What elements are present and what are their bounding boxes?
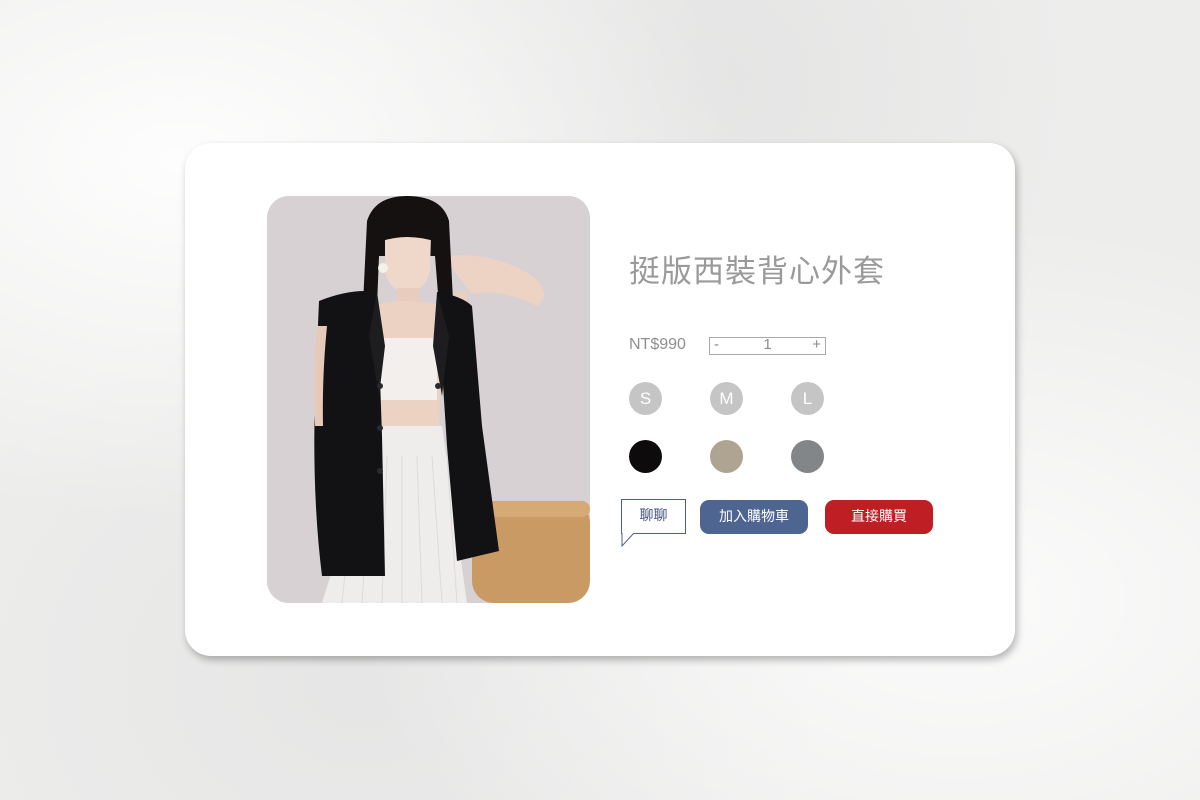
color-swatch-khaki[interactable]	[710, 440, 743, 473]
buy-now-button[interactable]: 直接購買	[825, 500, 933, 534]
chat-bubble-tail-icon	[621, 533, 635, 547]
quantity-value[interactable]: 1	[710, 336, 825, 353]
model-illustration	[267, 196, 590, 603]
size-option-m[interactable]: M	[710, 382, 743, 415]
increase-quantity-button[interactable]: +	[812, 336, 821, 353]
size-option-s[interactable]: S	[629, 382, 662, 415]
product-title: 挺版西裝背心外套	[629, 254, 885, 290]
color-swatch-gray[interactable]	[791, 440, 824, 473]
product-card: 挺版西裝背心外套 NT$990 - 1 + S M L 聊聊 加入購物車 直接購…	[185, 143, 1015, 656]
size-option-l[interactable]: L	[791, 382, 824, 415]
add-to-cart-button[interactable]: 加入購物車	[700, 500, 808, 534]
product-price: NT$990	[629, 336, 686, 353]
chat-button[interactable]: 聊聊	[621, 499, 686, 534]
quantity-stepper[interactable]: - 1 +	[709, 336, 826, 355]
color-swatch-black[interactable]	[629, 440, 662, 473]
product-photo[interactable]	[267, 196, 590, 603]
